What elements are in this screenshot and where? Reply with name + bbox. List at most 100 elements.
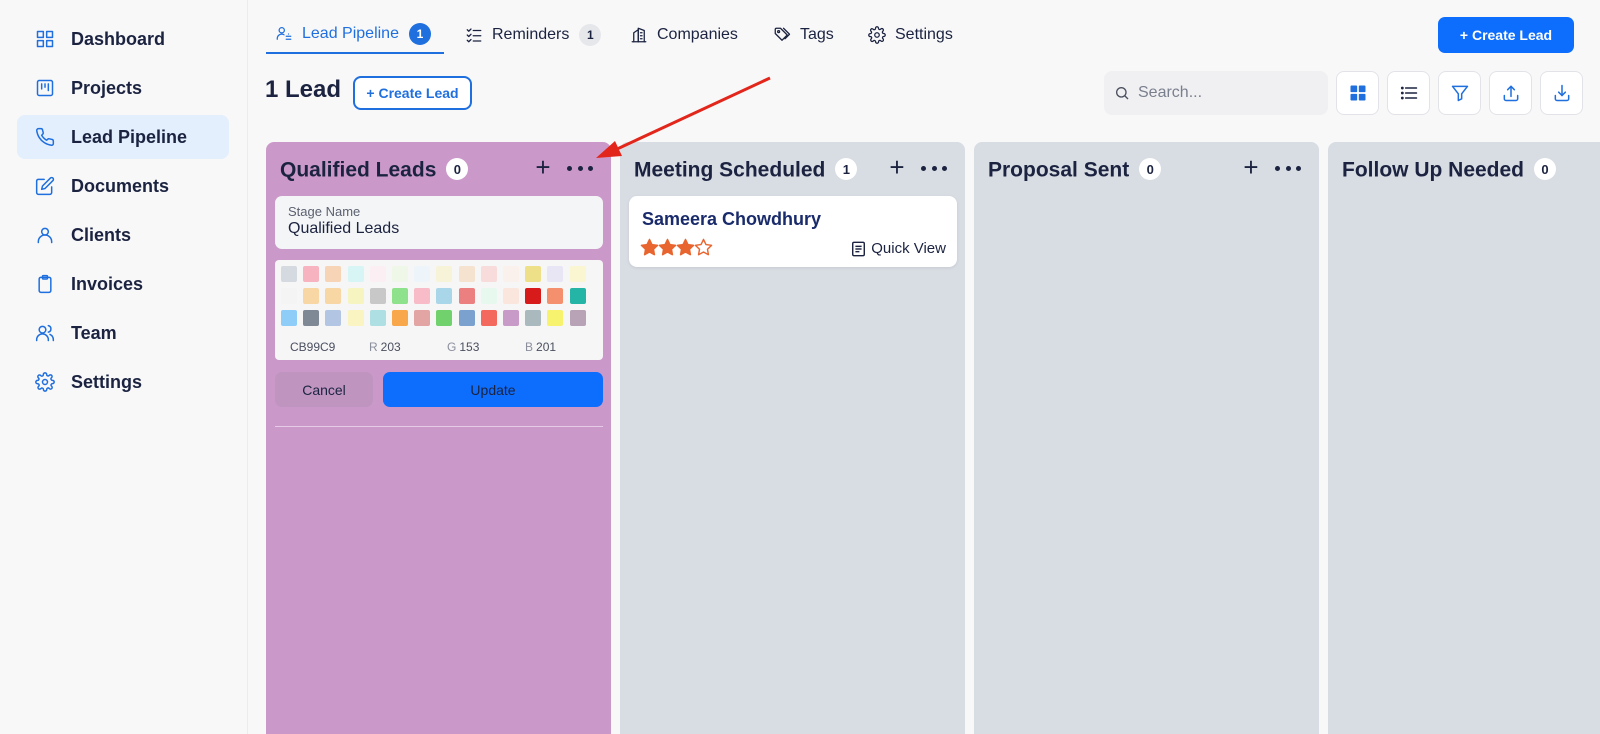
cancel-button[interactable]: Cancel — [275, 372, 373, 407]
color-swatch[interactable] — [347, 266, 364, 282]
create-lead-button[interactable]: + Create Lead — [1438, 17, 1574, 53]
sidebar-item-projects[interactable]: Projects — [17, 66, 229, 110]
color-swatch[interactable] — [325, 310, 342, 326]
column-title-text: Qualified Leads — [280, 158, 437, 182]
sidebar-item-team[interactable]: Team — [17, 311, 229, 355]
star-filled-icon[interactable] — [640, 238, 659, 257]
add-lead-icon[interactable]: + — [531, 154, 555, 180]
color-swatch[interactable] — [458, 310, 475, 326]
color-palette: CB99C9 R 203 G 153 B 201 — [275, 260, 603, 360]
create-lead-outline-button[interactable]: + Create Lead — [353, 76, 472, 110]
color-swatch[interactable] — [281, 288, 297, 304]
color-swatch[interactable] — [436, 288, 453, 304]
color-swatch[interactable] — [525, 310, 542, 326]
column-more-icon[interactable] — [567, 156, 593, 180]
color-swatch[interactable] — [369, 310, 386, 326]
color-swatch[interactable] — [369, 288, 386, 304]
search-input[interactable] — [1138, 84, 1318, 102]
pipeline-column-follow-up-needed: Follow Up Needed 0 — [1328, 142, 1600, 734]
color-swatch[interactable] — [414, 310, 431, 326]
green-number: 153 — [459, 340, 480, 354]
sidebar-item-label: Lead Pipeline — [71, 126, 188, 147]
stage-name-input[interactable] — [288, 220, 590, 238]
add-lead-icon[interactable]: + — [1239, 154, 1263, 180]
tab-lead-pipeline[interactable]: Lead Pipeline 1 — [266, 16, 444, 54]
color-swatch[interactable] — [414, 288, 431, 304]
add-lead-icon[interactable]: + — [885, 154, 909, 180]
column-title-text: Proposal Sent — [988, 158, 1130, 182]
sidebar-item-settings[interactable]: Settings — [17, 360, 229, 404]
color-swatch[interactable] — [347, 288, 364, 304]
color-swatch[interactable] — [569, 288, 586, 304]
color-swatch[interactable] — [480, 310, 497, 326]
color-swatch[interactable] — [303, 288, 320, 304]
column-more-icon[interactable] — [921, 156, 947, 180]
tab-companies[interactable]: Companies — [630, 16, 738, 54]
color-swatch[interactable] — [325, 288, 342, 304]
color-swatch[interactable] — [325, 266, 342, 282]
tab-settings[interactable]: Settings — [868, 16, 953, 54]
upload-icon — [1503, 85, 1518, 102]
tab-reminders[interactable]: Reminders 1 — [465, 16, 602, 54]
color-swatch[interactable] — [303, 266, 320, 282]
sidebar-item-invoices[interactable]: Invoices — [17, 262, 229, 306]
filter-button[interactable] — [1438, 71, 1481, 115]
quick-view-label: Quick View — [871, 240, 946, 257]
pipeline-column-meeting-scheduled: Meeting Scheduled 1 + Sameera Chowdhury Q… — [620, 142, 965, 734]
star-filled-icon[interactable] — [658, 238, 677, 257]
green-value[interactable]: G 153 — [447, 340, 479, 354]
color-swatch[interactable] — [480, 288, 497, 304]
color-swatch[interactable] — [503, 288, 519, 304]
color-swatch[interactable] — [569, 266, 586, 282]
sidebar-item-lead-pipeline[interactable]: Lead Pipeline — [17, 115, 229, 159]
color-swatch[interactable] — [347, 310, 364, 326]
red-value[interactable]: R 203 — [369, 340, 401, 354]
color-swatch[interactable] — [414, 266, 431, 282]
color-swatch[interactable] — [281, 310, 297, 326]
column-more-icon[interactable] — [1275, 156, 1301, 180]
color-swatch[interactable] — [392, 266, 408, 282]
lead-name[interactable]: Sameera Chowdhury — [642, 209, 821, 230]
star-empty-icon[interactable] — [694, 238, 713, 257]
building-icon — [631, 27, 647, 43]
list-icon — [1400, 86, 1417, 100]
color-swatch[interactable] — [547, 288, 564, 304]
lead-card[interactable]: Sameera Chowdhury Quick View — [629, 196, 957, 267]
export-button[interactable] — [1489, 71, 1532, 115]
tags-icon — [774, 27, 791, 41]
color-swatch[interactable] — [480, 266, 497, 282]
color-swatch[interactable] — [281, 266, 297, 282]
color-swatch[interactable] — [369, 266, 386, 282]
color-swatch[interactable] — [525, 266, 542, 282]
sidebar-item-documents[interactable]: Documents — [17, 164, 229, 208]
sidebar-item-clients[interactable]: Clients — [17, 213, 229, 257]
tab-count-badge: 1 — [408, 23, 431, 45]
sidebar-item-dashboard[interactable]: Dashboard — [17, 17, 229, 61]
color-swatch[interactable] — [503, 310, 519, 326]
color-swatch[interactable] — [525, 288, 542, 304]
color-swatch[interactable] — [392, 310, 408, 326]
quick-view-link[interactable]: Quick View — [851, 240, 946, 257]
color-swatch[interactable] — [569, 310, 586, 326]
blue-value[interactable]: B 201 — [525, 340, 556, 354]
star-filled-icon[interactable] — [676, 238, 695, 257]
update-button[interactable]: Update — [383, 372, 603, 407]
phone-icon — [34, 126, 56, 148]
divider — [275, 426, 603, 427]
board-view-button[interactable] — [1336, 71, 1379, 115]
tab-tags[interactable]: Tags — [773, 16, 834, 54]
sidebar-item-label: Invoices — [71, 273, 144, 294]
color-swatch[interactable] — [303, 310, 320, 326]
color-swatch[interactable] — [503, 266, 519, 282]
color-swatch[interactable] — [392, 288, 408, 304]
hex-value[interactable]: CB99C9 — [290, 340, 335, 354]
color-swatch[interactable] — [458, 288, 475, 304]
import-button[interactable] — [1540, 71, 1583, 115]
color-swatch[interactable] — [547, 266, 564, 282]
color-swatch[interactable] — [436, 310, 453, 326]
color-swatch[interactable] — [458, 266, 475, 282]
color-swatch[interactable] — [547, 310, 564, 326]
color-swatch[interactable] — [436, 266, 453, 282]
lead-rating[interactable] — [640, 238, 713, 257]
list-view-button[interactable] — [1387, 71, 1430, 115]
